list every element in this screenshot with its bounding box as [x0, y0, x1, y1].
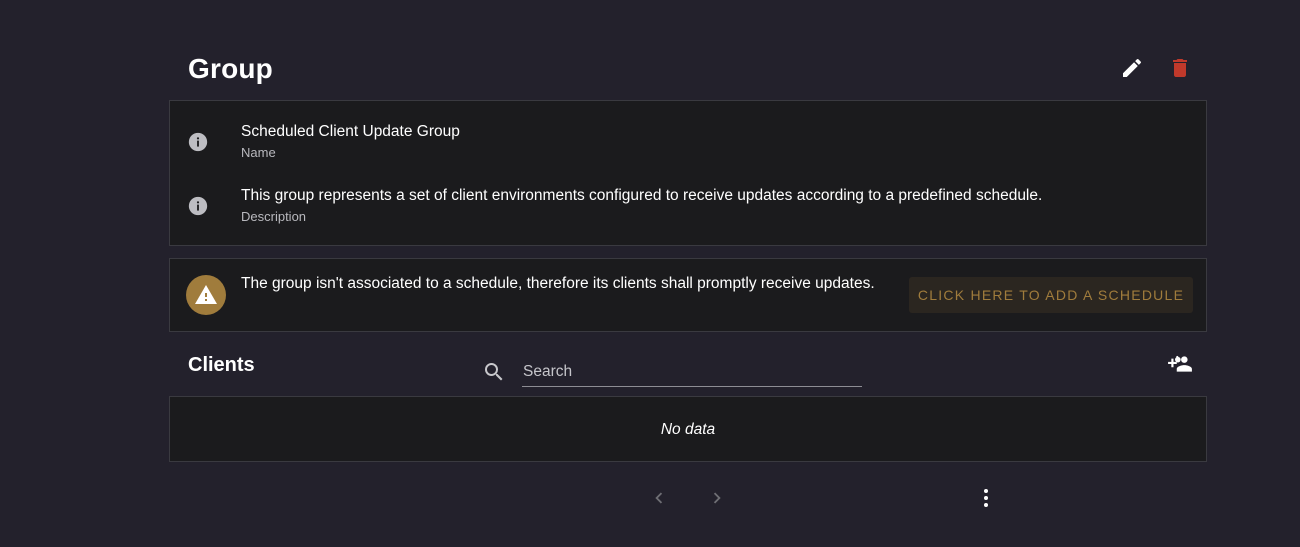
- group-description-label: Description: [241, 209, 307, 224]
- page-title: Group: [188, 53, 273, 84]
- add-user-icon: [1168, 355, 1192, 372]
- next-page-button[interactable]: [705, 486, 729, 510]
- info-icon: [188, 196, 208, 216]
- warning-message: The group isn't associated to a schedule…: [241, 275, 875, 292]
- clients-table: No data: [169, 396, 1207, 462]
- edit-button[interactable]: [1118, 54, 1146, 82]
- previous-page-button[interactable]: [647, 486, 671, 510]
- group-page: Group Scheduled Client Update Group Name: [0, 0, 1300, 547]
- group-description-value: This group represents a set of client en…: [241, 187, 1043, 204]
- clients-search-input[interactable]: [522, 358, 862, 387]
- chevron-right-icon: [713, 492, 721, 504]
- detail-row-description: This group represents a set of client en…: [170, 185, 1206, 229]
- more-vertical-icon: [984, 489, 988, 507]
- group-name-label: Name: [241, 145, 276, 160]
- group-details-card: Scheduled Client Update Group Name This …: [169, 100, 1207, 246]
- warning-icon: [195, 285, 217, 304]
- schedule-warning-banner: The group isn't associated to a schedule…: [169, 258, 1207, 332]
- clients-section-title: Clients: [188, 354, 255, 376]
- detail-row-name: Scheduled Client Update Group Name: [170, 121, 1206, 165]
- add-client-button[interactable]: [1166, 350, 1194, 378]
- add-schedule-button[interactable]: Click here to add a schedule: [909, 277, 1193, 313]
- group-name-value: Scheduled Client Update Group: [241, 123, 460, 140]
- empty-state-text: No data: [660, 421, 716, 438]
- info-icon: [188, 132, 208, 152]
- warning-avatar: [186, 275, 226, 315]
- delete-button[interactable]: [1166, 54, 1194, 82]
- chevron-left-icon: [655, 492, 663, 504]
- search-icon: [485, 363, 503, 381]
- trash-icon: [1173, 59, 1187, 77]
- more-options-button[interactable]: [974, 486, 998, 510]
- pencil-icon: [1123, 58, 1142, 77]
